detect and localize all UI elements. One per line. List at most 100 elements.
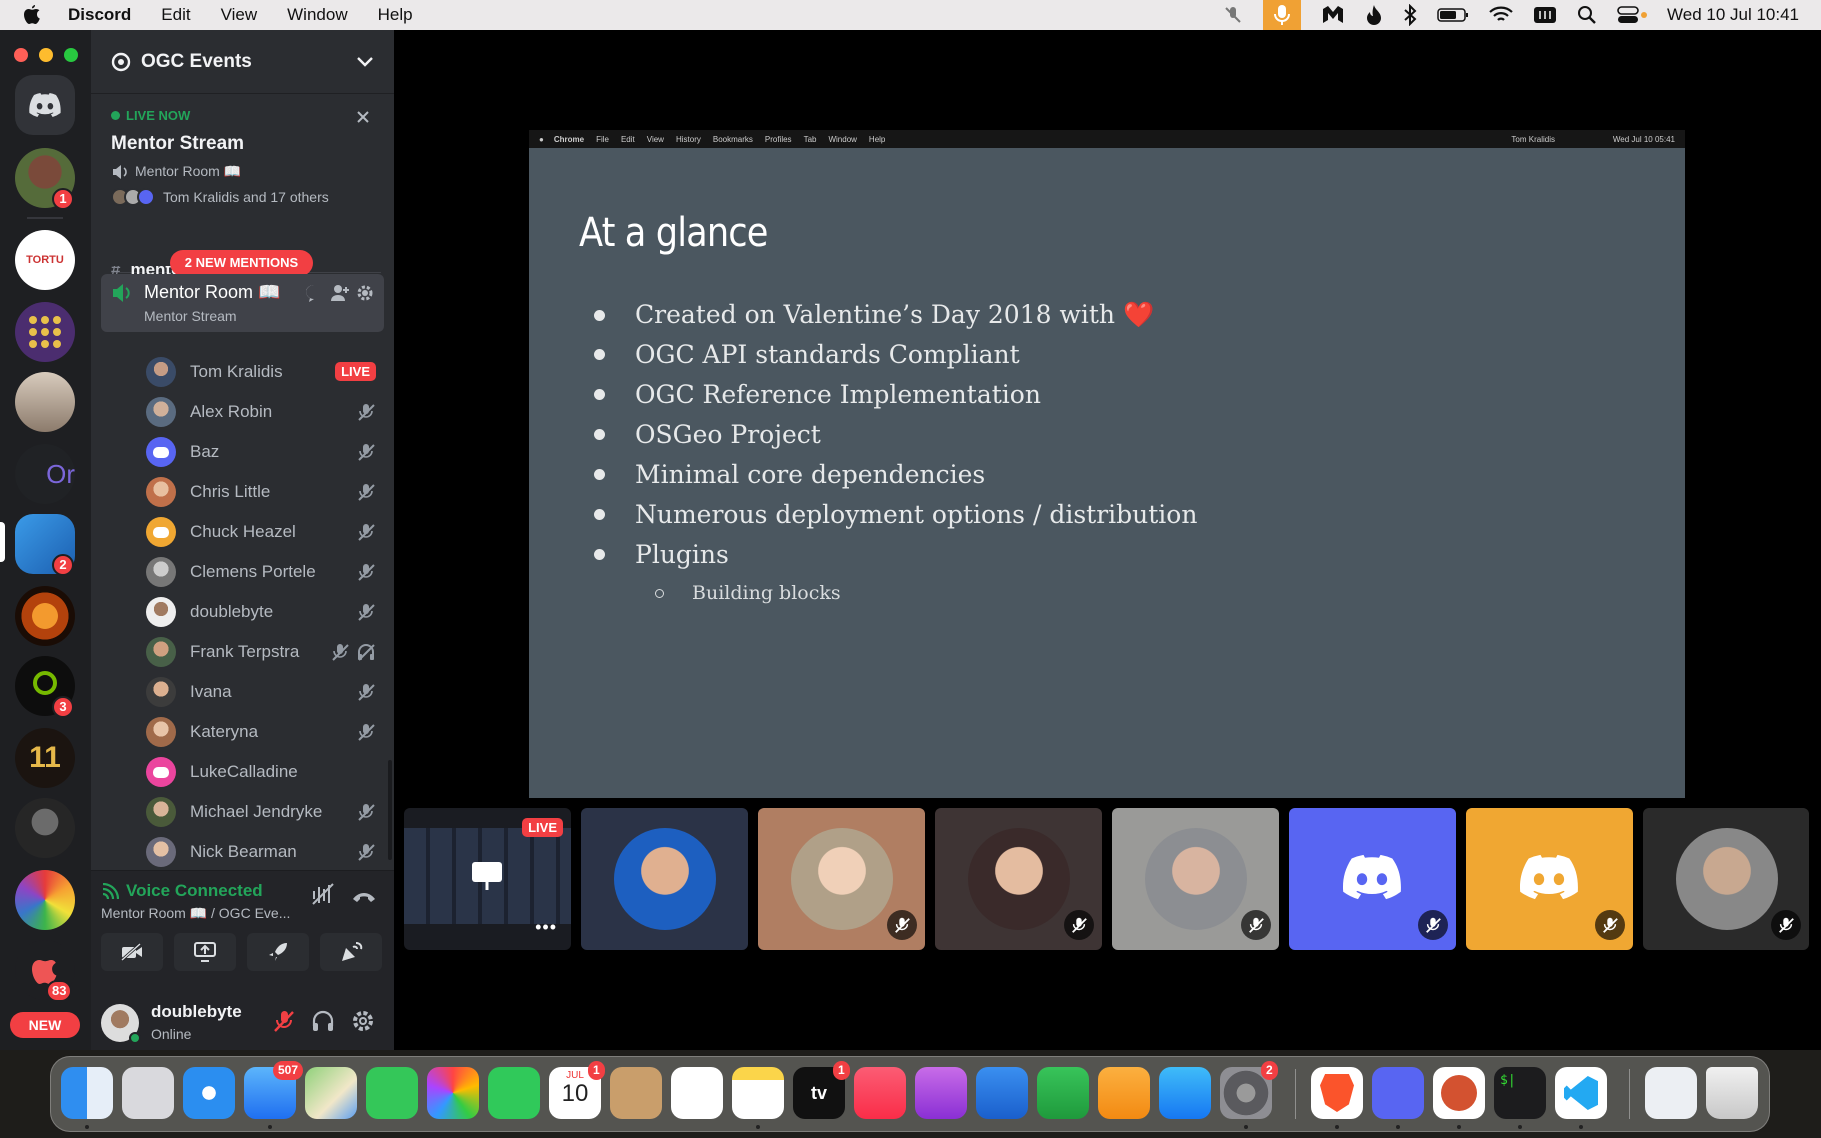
battery-icon[interactable]: [1437, 7, 1469, 23]
voice-member-nick-bearman[interactable]: Nick Bearman: [146, 832, 386, 872]
video-tile-participant-2[interactable]: [758, 808, 925, 950]
istat-icon[interactable]: [1533, 6, 1557, 24]
window-zoom-button[interactable]: [64, 48, 78, 62]
menubar-clock[interactable]: Wed 10 Jul 10:41: [1667, 5, 1799, 25]
spotlight-search-icon[interactable]: [1577, 5, 1597, 25]
bluetooth-icon[interactable]: [1403, 4, 1417, 26]
voice-member-ivana[interactable]: Ivana: [146, 672, 386, 712]
scrollbar[interactable]: [388, 760, 392, 860]
voice-member-baz[interactable]: Baz: [146, 432, 386, 472]
direct-messages-button[interactable]: [15, 75, 75, 135]
dock-podcasts[interactable]: [915, 1067, 967, 1119]
voice-member-chuck-heazel[interactable]: Chuck Heazel: [146, 512, 386, 552]
mic-off-status-icon[interactable]: [1223, 5, 1243, 25]
window-minimize-button[interactable]: [39, 48, 53, 62]
video-tile-participant-6[interactable]: [1466, 808, 1633, 950]
wifi-icon[interactable]: [1489, 6, 1513, 24]
camera-off-button[interactable]: [101, 933, 163, 971]
dock-launchpad[interactable]: [122, 1067, 174, 1119]
dock-powerpoint[interactable]: [1433, 1067, 1485, 1119]
dock-vscode[interactable]: [1555, 1067, 1607, 1119]
dock-safari[interactable]: [183, 1067, 235, 1119]
mute-microphone-button[interactable]: [272, 1009, 296, 1033]
video-tile-participant-1[interactable]: [581, 808, 748, 950]
dock-music[interactable]: [854, 1067, 906, 1119]
voice-member-chris-little[interactable]: Chris Little: [146, 472, 386, 512]
dock-finder[interactable]: [61, 1067, 113, 1119]
new-mentions-pill[interactable]: 2 NEW MENTIONS: [170, 250, 313, 276]
voice-connected-status[interactable]: Voice Connected: [126, 881, 263, 901]
dock-numbers[interactable]: [1037, 1067, 1089, 1119]
live-badge: LIVE: [335, 362, 376, 381]
voice-channel-mentor-room[interactable]: Mentor Room 📖 Mentor Stream: [101, 274, 384, 332]
stream-tile-tom-kralidis[interactable]: LIVE •••: [404, 808, 571, 950]
share-screen-button[interactable]: [174, 933, 236, 971]
menu-app-name[interactable]: Discord: [68, 5, 131, 25]
control-center-icon[interactable]: [1617, 5, 1647, 25]
server-icon-rainbow[interactable]: [15, 870, 75, 930]
server-icon-foss4g[interactable]: TORTU: [15, 230, 75, 290]
noise-suppression-icon[interactable]: [311, 883, 335, 905]
gear-icon[interactable]: [356, 284, 374, 302]
server-icon-barcelona[interactable]: [15, 372, 75, 432]
chevron-down-icon[interactable]: [356, 56, 374, 68]
mic-muted-icon: [358, 604, 375, 621]
voice-member-lukecalladine[interactable]: LukeCalladine: [146, 752, 386, 792]
close-icon[interactable]: [356, 110, 370, 124]
dock-keynote[interactable]: [976, 1067, 1028, 1119]
dock-terminal[interactable]: $|: [1494, 1067, 1546, 1119]
video-tile-participant-5[interactable]: [1289, 808, 1456, 950]
tile-mute-indicator: [1064, 910, 1094, 940]
dock-notes[interactable]: [732, 1067, 784, 1119]
video-tile-participant-3[interactable]: [935, 808, 1102, 950]
invite-member-icon[interactable]: [330, 284, 350, 302]
flame-icon[interactable]: [1365, 4, 1383, 26]
voice-member-alex-robin[interactable]: Alex Robin: [146, 392, 386, 432]
dock-reminders[interactable]: [671, 1067, 723, 1119]
dock-app-store[interactable]: [1159, 1067, 1211, 1119]
server-icon-eleven[interactable]: 11: [15, 728, 75, 788]
chat-bubble-icon[interactable]: [305, 284, 323, 302]
voice-member-clemens-portele[interactable]: Clemens Portele: [146, 552, 386, 592]
window-close-button[interactable]: [14, 48, 28, 62]
voice-member-tom-kralidis[interactable]: Tom Kralidis LIVE: [146, 352, 386, 392]
disconnect-call-icon[interactable]: [351, 889, 377, 903]
dock-downloads-stack[interactable]: [1645, 1067, 1697, 1119]
malwarebytes-icon[interactable]: [1321, 5, 1345, 25]
voice-member-kateryna[interactable]: Kateryna: [146, 712, 386, 752]
dock-messages[interactable]: [366, 1067, 418, 1119]
mic-in-use-indicator[interactable]: [1263, 0, 1301, 30]
activities-button[interactable]: [247, 933, 309, 971]
dock-brave[interactable]: [1311, 1067, 1363, 1119]
dock-discord[interactable]: [1372, 1067, 1424, 1119]
shared-screen[interactable]: ● Chrome File Edit View History Bookmark…: [529, 130, 1685, 798]
dock-trash[interactable]: [1706, 1067, 1758, 1119]
user-settings-gear-icon[interactable]: [351, 1009, 375, 1033]
voice-member-frank-terpstra[interactable]: Frank Terpstra: [146, 632, 386, 672]
server-icon-portrait[interactable]: [15, 798, 75, 858]
video-tile-participant-4[interactable]: [1112, 808, 1279, 950]
apple-icon[interactable]: [22, 4, 42, 26]
video-tile-participant-7[interactable]: [1643, 808, 1809, 950]
server-icon-orca[interactable]: Or: [15, 444, 75, 504]
menu-help[interactable]: Help: [378, 5, 413, 25]
menu-edit[interactable]: Edit: [161, 5, 190, 25]
more-options-icon[interactable]: •••: [535, 917, 557, 938]
dock-maps[interactable]: [305, 1067, 357, 1119]
server-icon-orb[interactable]: [15, 586, 75, 646]
voice-connected-location[interactable]: Mentor Room 📖 / OGC Eve...: [101, 905, 290, 922]
voice-member-michael-jendryke[interactable]: Michael Jendryke: [146, 792, 386, 832]
dock-contacts[interactable]: [610, 1067, 662, 1119]
dock-facetime[interactable]: [488, 1067, 540, 1119]
dock-photos[interactable]: [427, 1067, 479, 1119]
voice-member-doublebyte[interactable]: doublebyte: [146, 592, 386, 632]
soundboard-button[interactable]: [320, 933, 382, 971]
server-icon-dots[interactable]: [15, 302, 75, 362]
headphones-icon[interactable]: [311, 1010, 335, 1032]
dock-pages[interactable]: [1098, 1067, 1150, 1119]
user-name[interactable]: doublebyte: [151, 1002, 242, 1022]
new-servers-pill[interactable]: NEW: [10, 1012, 80, 1038]
menu-window[interactable]: Window: [287, 5, 347, 25]
guild-header[interactable]: OGC Events: [91, 30, 394, 94]
menu-view[interactable]: View: [221, 5, 258, 25]
